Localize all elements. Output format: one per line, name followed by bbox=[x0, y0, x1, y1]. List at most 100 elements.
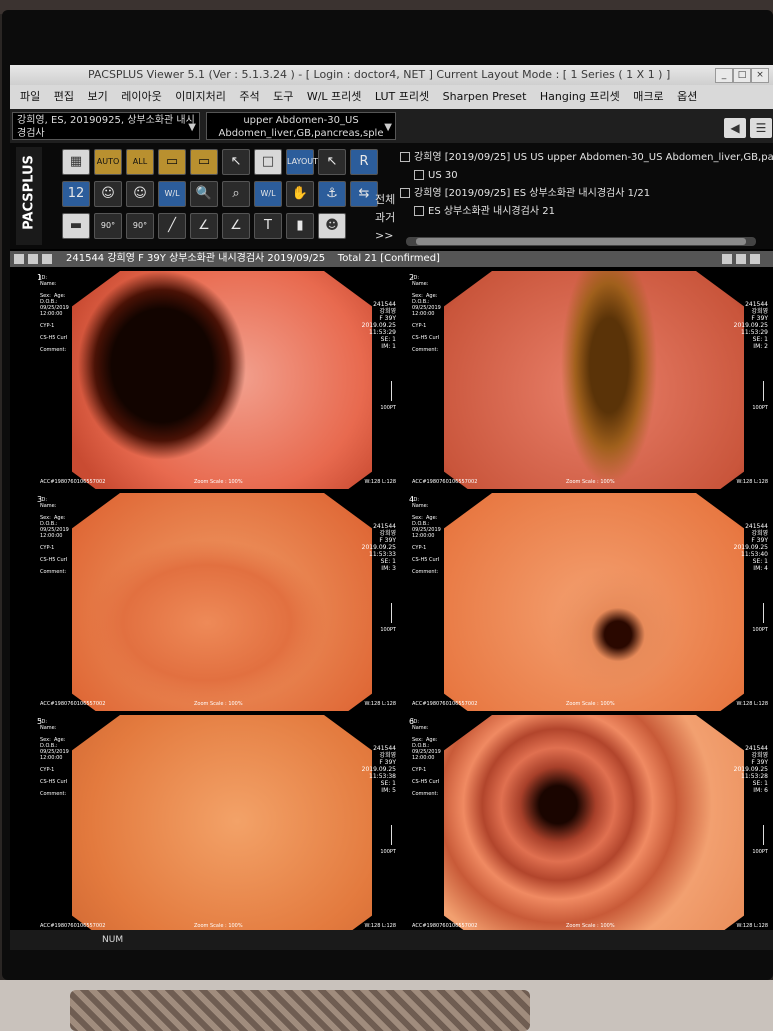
menu-lut-preset[interactable]: LUT 프리셋 bbox=[375, 90, 429, 103]
grid-tool[interactable]: ▦ bbox=[62, 149, 90, 175]
image-tool-icon[interactable]: ▮ bbox=[286, 213, 314, 239]
scale-label: 100PT bbox=[752, 405, 768, 411]
past-label[interactable]: 과거 bbox=[375, 209, 395, 225]
scale-label: 100PT bbox=[752, 627, 768, 633]
viewport-2[interactable]: 2 ID: Name: Sex: Age: D.O.B.: 09/25/2019… bbox=[406, 271, 772, 489]
minimize-button[interactable]: _ bbox=[715, 68, 733, 83]
magnifier-icon[interactable]: 🔍 bbox=[190, 181, 218, 207]
open-folder-icon[interactable]: ▭ bbox=[190, 149, 218, 175]
list-view-icon[interactable]: ☰ bbox=[750, 118, 772, 138]
blank-icon[interactable] bbox=[42, 254, 52, 264]
study-selector-us[interactable]: upper Abdomen-30_US Abdomen_liver,GB,pan… bbox=[206, 112, 396, 140]
cobb-angle-icon[interactable]: ∠ bbox=[222, 213, 250, 239]
all-label[interactable]: 전체 bbox=[375, 191, 395, 207]
ruler-icon[interactable]: ▬ bbox=[62, 213, 90, 239]
tree-scrollbar[interactable] bbox=[406, 237, 756, 246]
zoom-scale: Zoom Scale : 100% bbox=[566, 923, 615, 929]
window-title: PACSPLUS Viewer 5.1 (Ver : 5.1.3.24 ) - … bbox=[88, 68, 671, 81]
viewport-5[interactable]: 5 ID: Name: Sex: Age: D.O.B.: 09/25/2019… bbox=[34, 715, 400, 933]
zoom-icon[interactable]: ⌕ bbox=[222, 181, 250, 207]
menu-image-processing[interactable]: 이미지처리 bbox=[175, 90, 226, 103]
study-info: 241544 강희영 F 39Y 상부소화관 내시경검사 2019/09/25 … bbox=[66, 253, 440, 264]
endoscopy-image bbox=[444, 715, 744, 933]
overlay-left: ID: Name: Sex: Age: D.O.B.: 09/25/2019 1… bbox=[40, 275, 69, 353]
overlay-left: ID: Name: Sex: Age: D.O.B.: 09/25/2019 1… bbox=[40, 497, 69, 575]
study-selector-es[interactable]: 강희영, ES, 20190925, 상부소화관 내시경검사 ▼ bbox=[12, 112, 200, 140]
viewport-6[interactable]: 6 ID: Name: Sex: Age: D.O.B.: 09/25/2019… bbox=[406, 715, 772, 933]
num-lock-indicator: NUM bbox=[102, 935, 124, 945]
reset-tool[interactable]: R bbox=[350, 149, 378, 175]
menu-tools[interactable]: 도구 bbox=[273, 90, 293, 103]
window-level: W:128 L:128 bbox=[736, 923, 768, 929]
menu-annotation[interactable]: 주석 bbox=[239, 90, 259, 103]
menu-macro[interactable]: 매크로 bbox=[633, 90, 663, 103]
viewport-4[interactable]: 4 ID: Name: Sex: Age: D.O.B.: 09/25/2019… bbox=[406, 493, 772, 711]
tree-item[interactable]: ES 상부소화관 내시경검사 21 bbox=[400, 203, 773, 221]
menu-layout[interactable]: 레이아웃 bbox=[121, 90, 161, 103]
face-alt-icon[interactable]: ☺ bbox=[126, 181, 154, 207]
anchor-icon[interactable]: ⚓ bbox=[318, 181, 346, 207]
accession-number: ACC#1980760106557002 bbox=[412, 479, 478, 485]
menu-edit[interactable]: 편집 bbox=[54, 90, 74, 103]
tile-icon[interactable] bbox=[736, 254, 746, 264]
scale-label: 100PT bbox=[380, 849, 396, 855]
zoom-scale: Zoom Scale : 100% bbox=[194, 701, 243, 707]
menu-wl-preset[interactable]: W/L 프리셋 bbox=[307, 90, 362, 103]
select-arrow-icon[interactable]: ↖ bbox=[318, 149, 346, 175]
auto-layout-tool[interactable]: AUTO bbox=[94, 149, 122, 175]
folder-icon[interactable]: ▭ bbox=[158, 149, 186, 175]
body-figure-icon[interactable]: ☻ bbox=[318, 213, 346, 239]
scale-label: 100PT bbox=[752, 849, 768, 855]
menu-view[interactable]: 보기 bbox=[88, 90, 108, 103]
all-tool[interactable]: ALL bbox=[126, 149, 154, 175]
checkbox-icon[interactable] bbox=[414, 206, 424, 216]
menu-file[interactable]: 파일 bbox=[20, 90, 40, 103]
list-icon[interactable] bbox=[28, 254, 38, 264]
window-level: W:128 L:128 bbox=[364, 923, 396, 929]
line-tool-icon[interactable]: ╱ bbox=[158, 213, 186, 239]
menu-bar: 파일 편집 보기 레이아웃 이미지처리 주석 도구 W/L 프리셋 LUT 프리… bbox=[10, 85, 773, 109]
tool-panel: PACSPLUS ▦ AUTO ALL ▭ ▭ ↖ □ LAYOUT ↖ R 1… bbox=[10, 143, 773, 249]
rotate-cw-icon[interactable]: 90° bbox=[126, 213, 154, 239]
pointer-icon[interactable]: ↖ bbox=[222, 149, 250, 175]
blank-tool[interactable]: □ bbox=[254, 149, 282, 175]
series-tree: 강희영 [2019/09/25] US US upper Abdomen-30_… bbox=[400, 149, 773, 229]
menu-hanging-preset[interactable]: Hanging 프리셋 bbox=[540, 90, 620, 103]
expand-icon[interactable] bbox=[400, 152, 410, 162]
tile-icon[interactable] bbox=[722, 254, 732, 264]
back-arrow-icon[interactable]: ◀ bbox=[724, 118, 746, 138]
accession-number: ACC#1980760106557002 bbox=[412, 923, 478, 929]
expand-icon[interactable] bbox=[400, 188, 410, 198]
flip-icon[interactable]: ⇆ bbox=[350, 181, 378, 207]
series-12-tool[interactable]: 12 bbox=[62, 181, 90, 207]
window-level-tool[interactable]: W/L bbox=[158, 181, 186, 207]
window-level-alt-tool[interactable]: W/L bbox=[254, 181, 282, 207]
scroll-thumb[interactable] bbox=[416, 238, 746, 245]
tree-item[interactable]: US 30 bbox=[400, 167, 773, 185]
patient-study-bar: 강희영, ES, 20190925, 상부소화관 내시경검사 ▼ upper A… bbox=[10, 109, 773, 143]
overlay-right: 241544 강희영 F 39Y 2019.09.25 11:53:29 SE: 1 IM:… bbox=[361, 301, 396, 350]
tile-icon[interactable] bbox=[750, 254, 760, 264]
face-icon[interactable]: ☺ bbox=[94, 181, 122, 207]
maximize-button[interactable]: □ bbox=[733, 68, 751, 83]
menu-sharpen-preset[interactable]: Sharpen Preset bbox=[443, 90, 527, 103]
close-button[interactable]: × bbox=[751, 68, 769, 83]
overlay-right: 241544 강희영 F 39Y 2019.09.25 11:53:33 SE: 1 IM:… bbox=[361, 523, 396, 572]
more-label[interactable]: >> bbox=[375, 229, 393, 242]
rotate-ccw-icon[interactable]: 90° bbox=[94, 213, 122, 239]
layout-icon[interactable] bbox=[14, 254, 24, 264]
accession-number: ACC#1980760106557002 bbox=[40, 701, 106, 707]
checkbox-icon[interactable] bbox=[414, 170, 424, 180]
layout-tool[interactable]: LAYOUT bbox=[286, 149, 318, 175]
viewport-1[interactable]: 1 ID: Name: Sex: Age: D.O.B.: 09/25/2019… bbox=[34, 271, 400, 489]
text-tool-icon[interactable]: T bbox=[254, 213, 282, 239]
viewport-3[interactable]: 3 ID: Name: Sex: Age: D.O.B.: 09/25/2019… bbox=[34, 493, 400, 711]
window-level: W:128 L:128 bbox=[364, 479, 396, 485]
pan-hand-icon[interactable]: ✋ bbox=[286, 181, 314, 207]
tree-item[interactable]: 강희영 [2019/09/25] US US upper Abdomen-30_… bbox=[400, 149, 773, 167]
menu-options[interactable]: 옵션 bbox=[677, 90, 697, 103]
study-selector-us-label: upper Abdomen-30_US Abdomen_liver,GB,pan… bbox=[218, 115, 384, 139]
tree-item[interactable]: 강희영 [2019/09/25] ES 상부소화관 내시경검사 1/21 bbox=[400, 185, 773, 203]
overlay-right: 241544 강희영 F 39Y 2019.09.25 11:53:28 SE: 1 IM:… bbox=[733, 745, 768, 794]
angle-tool-icon[interactable]: ∠ bbox=[190, 213, 218, 239]
